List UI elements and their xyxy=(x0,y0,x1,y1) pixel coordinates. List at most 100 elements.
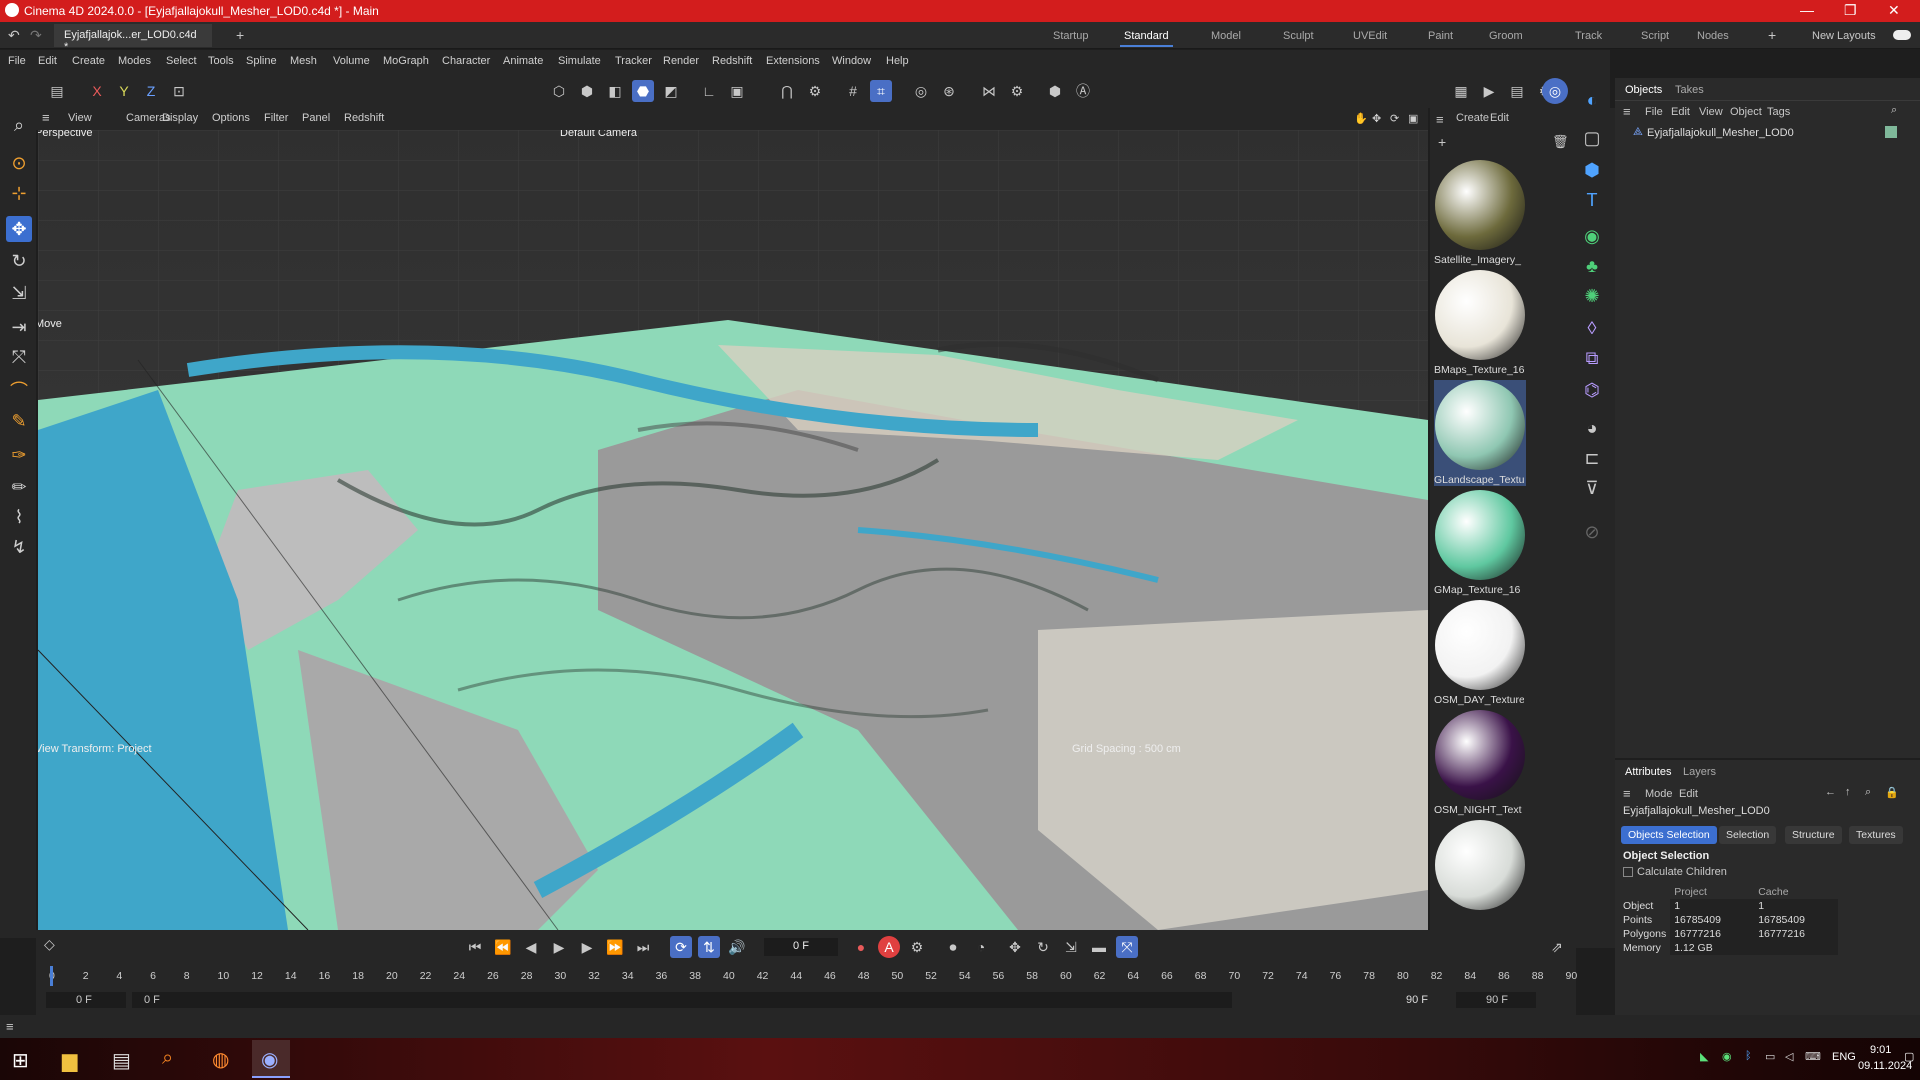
search-icon[interactable]: ⌕ xyxy=(6,112,32,138)
volume-icon[interactable]: ◁ xyxy=(1785,1050,1793,1063)
notifications-icon[interactable]: ▢ xyxy=(1904,1050,1914,1063)
attr-button-textures[interactable]: Textures xyxy=(1849,826,1903,844)
windows-start-icon[interactable]: ⊞ xyxy=(12,1048,29,1073)
end-frame-field[interactable]: 90 F xyxy=(1456,992,1536,1008)
magnet-icon[interactable]: ⋂ xyxy=(776,80,798,102)
field-icon[interactable]: ⧉ xyxy=(1578,344,1606,372)
knife-tool-icon[interactable]: ⌒ xyxy=(6,378,32,404)
objects-menu-tags[interactable]: Tags xyxy=(1767,106,1790,118)
menu-select[interactable]: Select xyxy=(166,55,197,67)
delete-material-icon[interactable]: 🗑 xyxy=(1552,134,1569,150)
cloner-icon[interactable]: ♣ xyxy=(1578,252,1606,280)
layout-tab-uvedit[interactable]: UVEdit xyxy=(1353,30,1387,42)
polygon-pen-icon[interactable]: ✑ xyxy=(6,442,32,468)
key-settings-icon[interactable]: ⚙ xyxy=(906,936,928,958)
objects-menu-object[interactable]: Object xyxy=(1730,106,1762,118)
previous-key-icon[interactable]: ⏪ xyxy=(492,936,514,958)
axis-z-button[interactable]: Z xyxy=(140,80,162,102)
axis-mode-icon[interactable]: ∟ xyxy=(698,80,720,102)
keyframe-selection-icon[interactable]: ⏺ xyxy=(942,936,964,958)
attributes-search-icon[interactable]: ⌕ xyxy=(1865,786,1871,799)
attributes-menu-icon[interactable]: ≡ xyxy=(1623,786,1631,801)
scale-tool-icon[interactable]: ⇲ xyxy=(6,280,32,306)
render-view-icon[interactable]: ▦ xyxy=(1450,80,1472,102)
texture-mode-icon[interactable]: ▣ xyxy=(726,80,748,102)
axis-x-button[interactable]: X xyxy=(86,80,108,102)
next-key-icon[interactable]: ⏩ xyxy=(604,936,626,958)
viewport-hamburger-icon[interactable]: ≡ xyxy=(42,110,50,125)
rotation-key-icon[interactable]: ↻ xyxy=(1032,936,1054,958)
menu-tools[interactable]: Tools xyxy=(208,55,234,67)
view-menu-redshift[interactable]: Redshift xyxy=(344,112,384,124)
menu-tracker[interactable]: Tracker xyxy=(615,55,652,67)
material-edit-menu[interactable]: Edit xyxy=(1490,112,1509,124)
point-level-anim-icon[interactable]: ⤧ xyxy=(1116,936,1138,958)
objects-menu-view[interactable]: View xyxy=(1699,106,1723,118)
go-to-start-icon[interactable]: ⏮ xyxy=(464,936,486,958)
material-create-menu[interactable]: Create xyxy=(1456,112,1489,124)
move-tool-icon[interactable]: ✥ xyxy=(6,216,32,242)
objects-tab-takes[interactable]: Takes xyxy=(1675,84,1704,96)
menu-mograph[interactable]: MoGraph xyxy=(383,55,429,67)
cinema4d-taskbar-button[interactable]: ◉ xyxy=(252,1040,290,1078)
transform-tool-icon[interactable]: ⇥ xyxy=(6,314,32,340)
paint-tool-icon[interactable]: ⌇ xyxy=(6,504,32,530)
keyboard-icon[interactable]: ⌨ xyxy=(1805,1050,1821,1063)
scale-axes-icon[interactable]: ⤧ xyxy=(6,344,32,370)
menu-character[interactable]: Character xyxy=(442,55,490,67)
sound-icon[interactable]: 🔊 xyxy=(726,936,748,958)
grid-snap-icon[interactable]: # xyxy=(842,80,864,102)
position-key-icon[interactable]: ✥ xyxy=(1004,936,1026,958)
objects-search-icon[interactable]: ⌕ xyxy=(1891,104,1897,117)
rotate-view-icon[interactable]: ⟳ xyxy=(1390,112,1399,125)
coordinate-system-icon[interactable]: ⊡ xyxy=(168,80,190,102)
language-indicator[interactable]: ENG xyxy=(1832,1051,1856,1063)
playhead[interactable] xyxy=(50,966,53,986)
new-layouts-toggle[interactable] xyxy=(1893,30,1911,40)
text-spline-icon[interactable]: T xyxy=(1578,186,1606,214)
minimize-button[interactable]: — xyxy=(1800,2,1814,18)
attr-button-selection[interactable]: Selection xyxy=(1719,826,1777,844)
pen-icon[interactable]: ⊘ xyxy=(1578,518,1606,546)
mode-menu-icon[interactable]: ▤ xyxy=(46,80,68,102)
rotate-tool-icon[interactable]: ↻ xyxy=(6,248,32,274)
cube-icon[interactable]: ⬢ xyxy=(1578,156,1606,184)
document-tab[interactable]: Eyjafjallajok...er_LOD0.c4d * xyxy=(54,24,212,53)
material-swatch[interactable]: OSM_NIGHT_Text xyxy=(1434,710,1526,816)
viewport-perspective[interactable]: Perspective Default Camera Move View Tra… xyxy=(38,130,1428,930)
attributes-menu-mode[interactable]: Mode xyxy=(1645,788,1673,800)
network-icon[interactable]: ▭ xyxy=(1765,1050,1775,1063)
nvidia-tray-icon[interactable]: ◣ xyxy=(1700,1050,1708,1063)
attributes-tab-layers[interactable]: Layers xyxy=(1683,766,1716,778)
auto-key-icon[interactable]: A xyxy=(878,936,900,958)
keyframe-icon[interactable]: ◇ xyxy=(44,936,55,953)
file-explorer-icon[interactable]: ▆ xyxy=(62,1048,77,1073)
start-frame-field[interactable]: 0 F xyxy=(46,992,126,1008)
material-swatch[interactable] xyxy=(1434,820,1526,914)
layout-tab-script[interactable]: Script xyxy=(1641,30,1669,42)
record-icon[interactable]: ● xyxy=(850,936,872,958)
menu-edit[interactable]: Edit xyxy=(38,55,57,67)
tag-icon[interactable] xyxy=(1885,126,1897,138)
points-mode-icon[interactable]: ⬡ xyxy=(548,80,570,102)
status-menu-icon[interactable]: ≡ xyxy=(6,1019,14,1034)
objects-tab-objects[interactable]: Objects xyxy=(1625,84,1662,96)
material-swatch[interactable]: GMap_Texture_16 xyxy=(1434,490,1526,596)
bluetooth-icon[interactable]: ᛒ xyxy=(1745,1050,1752,1062)
back-arrow-icon[interactable]: ← xyxy=(1825,786,1836,798)
next-frame-icon[interactable]: ▶ xyxy=(576,936,598,958)
menu-render[interactable]: Render xyxy=(663,55,699,67)
cube-primitive-icon[interactable]: ▢ xyxy=(1578,124,1606,152)
spline-icon[interactable]: ⌬ xyxy=(1578,376,1606,404)
restore-button[interactable]: ❐ xyxy=(1844,2,1857,19)
preview-end-field[interactable]: 90 F xyxy=(1406,994,1428,1006)
layout-tab-startup[interactable]: Startup xyxy=(1053,30,1088,42)
attributes-menu-edit[interactable]: Edit xyxy=(1679,788,1698,800)
edges-mode-icon[interactable]: ⬢ xyxy=(576,80,598,102)
view-menu-display[interactable]: Display xyxy=(162,112,198,124)
maximize-view-icon[interactable]: ▣ xyxy=(1408,112,1418,125)
effector-icon[interactable]: ✺ xyxy=(1578,282,1606,310)
status-tray-icon[interactable]: ◉ xyxy=(1722,1050,1732,1063)
clock-time[interactable]: 9:01 xyxy=(1870,1044,1891,1056)
model-mode-icon[interactable]: ⬣ xyxy=(632,80,654,102)
